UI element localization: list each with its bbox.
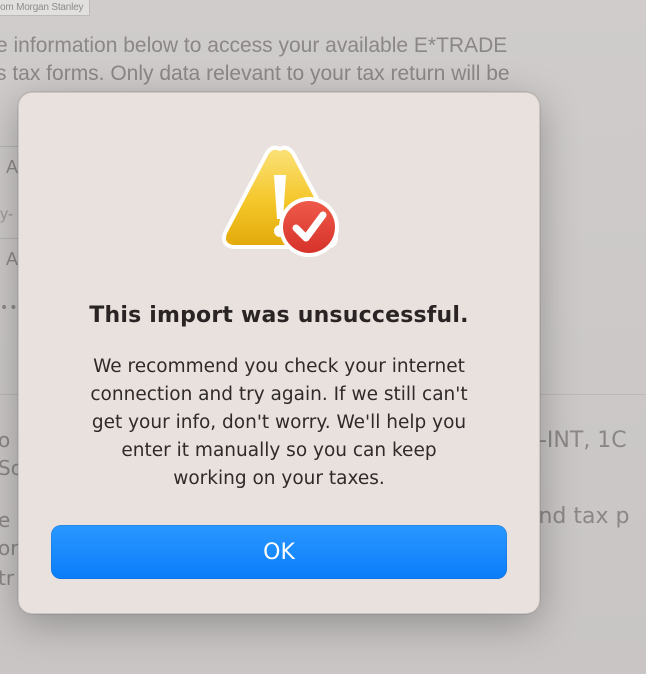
- message-line: connection and try again. If we still ca…: [90, 384, 468, 405]
- intro-line: s tax forms. Only data relevant to your …: [0, 62, 510, 85]
- bg-text-fragment: or: [0, 536, 19, 560]
- message-line: working on your taxes.: [173, 468, 385, 489]
- bg-text-fragment: 9-INT, 1C: [525, 428, 627, 453]
- field-label: A: [6, 157, 19, 177]
- field-label: A: [6, 249, 19, 269]
- brand-tag: om Morgan Stanley: [0, 0, 91, 16]
- message-line: enter it manually so you can keep: [121, 440, 437, 461]
- message-line: We recommend you check your internet: [93, 356, 465, 377]
- warning-triangle-with-checkmark-badge-icon: [222, 145, 339, 257]
- dialog-title: This import was unsuccessful.: [89, 303, 469, 328]
- bg-text-fragment: tr: [0, 566, 15, 590]
- dialog-message: We recommend you check your internet con…: [59, 353, 499, 493]
- field-hint: y-: [0, 206, 14, 223]
- bg-text-fragment: e: [0, 508, 11, 532]
- bg-text-fragment: and tax p: [525, 504, 630, 529]
- message-line: get your info, don't worry. We'll help y…: [91, 412, 467, 433]
- ok-button[interactable]: OK: [51, 525, 507, 579]
- intro-line: e information below to access your avail…: [0, 34, 508, 57]
- password-mask: ••: [0, 300, 19, 316]
- alert-dialog: This import was unsuccessful. We recomme…: [18, 92, 540, 614]
- bg-text-fragment: o: [0, 428, 11, 452]
